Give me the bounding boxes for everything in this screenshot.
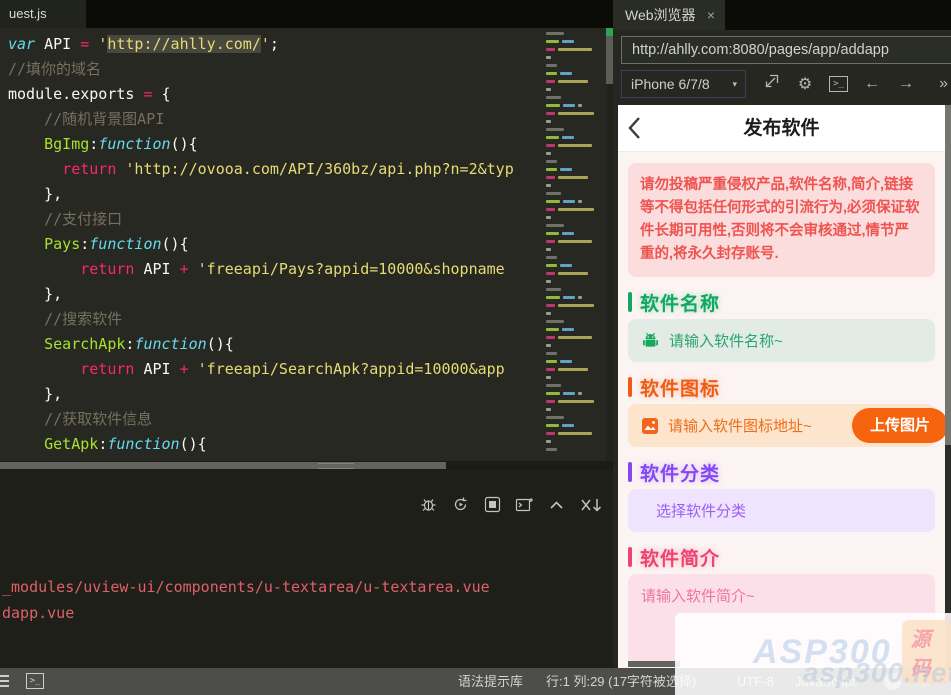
editor-horizontal-scroll-thumb[interactable]: [0, 462, 446, 469]
tab-label: Web浏览器: [625, 7, 696, 23]
mobile-preview: 发布软件 请勿投稿严重侵权产品,软件名称,简介,链接等不得包括任何形式的引流行为…: [618, 105, 945, 668]
panel-splitter-grip[interactable]: [318, 463, 354, 469]
console-icon[interactable]: >_: [829, 76, 848, 92]
resize-window-icon[interactable]: [761, 73, 781, 95]
syntax-hint-status[interactable]: 语法提示库: [458, 668, 523, 695]
debug-bug-icon[interactable]: [419, 495, 438, 514]
back-icon[interactable]: ←: [862, 75, 882, 93]
watermark-overlay: ASP300 源码 asp300.net: [675, 613, 951, 695]
debug-stop-icon[interactable]: [483, 495, 502, 514]
close-panel-icon[interactable]: [579, 495, 605, 514]
gear-icon[interactable]: ⚙: [795, 74, 815, 94]
more-icon[interactable]: »: [939, 70, 948, 98]
terminal-icon[interactable]: >_: [26, 673, 44, 689]
picker-placeholder: 选择软件分类: [656, 503, 747, 520]
category-picker[interactable]: 选择软件分类: [628, 489, 935, 532]
section-heading: 软件分类: [640, 463, 721, 485]
preview-body: 请勿投稿严重侵权产品,软件名称,简介,链接等不得包括任何形式的引流行为,必须保证…: [618, 163, 945, 668]
page-title: 发布软件: [743, 118, 820, 139]
heading-bar: [628, 547, 632, 567]
code-lines: var API = 'http://ahlly.com/';//填你的域名 mod…: [8, 35, 514, 453]
editor-pane: uest.js var API = 'http://ahlly.com/';//…: [0, 0, 613, 668]
debug-restart-icon[interactable]: [451, 495, 470, 514]
section-app-icon: 软件图标 请输入软件图标地址~ 上传图片: [628, 374, 945, 447]
preview-scroll-thumb[interactable]: [945, 105, 951, 445]
preview-horizontal-scroll-thumb[interactable]: [628, 661, 680, 667]
scrollbar-marker: [606, 28, 613, 36]
browser-toolbar: ⚙ >_ ← →: [761, 70, 916, 98]
preview-scrollbar[interactable]: [945, 105, 951, 668]
section-heading: 软件名称: [640, 293, 721, 315]
input-placeholder: 请输入软件名称~: [669, 333, 783, 350]
section-app-category: 软件分类 选择软件分类: [628, 459, 935, 532]
chevron-down-icon: ▾: [732, 79, 737, 89]
console-output-line[interactable]: dapp.vue: [2, 604, 74, 622]
browser-tabstrip: Web浏览器 ×: [613, 0, 951, 30]
app-window: uest.js var API = 'http://ahlly.com/';//…: [0, 0, 951, 695]
cursor-position-status[interactable]: 行:1 列:29 (17字符被选择): [546, 668, 696, 695]
section-heading: 软件简介: [640, 548, 721, 570]
app-icon-input[interactable]: 请输入软件图标地址~ 上传图片: [628, 404, 945, 447]
editor-horizontal-scrollbar[interactable]: [0, 461, 613, 470]
android-icon: [641, 331, 660, 350]
code-editor[interactable]: var API = 'http://ahlly.com/';//填你的域名 mod…: [0, 28, 613, 461]
editor-vertical-scrollbar[interactable]: [606, 28, 613, 461]
browser-pane: Web浏览器 × http://ahlly.com:8080/pages/app…: [613, 0, 951, 668]
tab-request-js[interactable]: uest.js: [0, 0, 86, 28]
debug-console-icon[interactable]: [515, 495, 534, 514]
tab-web-browser[interactable]: Web浏览器 ×: [613, 0, 725, 30]
upload-image-button[interactable]: 上传图片: [851, 408, 945, 443]
editor-vertical-scroll-thumb[interactable]: [606, 36, 613, 84]
forward-icon[interactable]: →: [896, 75, 916, 93]
menu-icon[interactable]: [0, 675, 9, 687]
heading-bar: [628, 462, 632, 482]
back-chevron-icon[interactable]: [628, 117, 641, 144]
preview-header: 发布软件: [618, 105, 945, 152]
device-select[interactable]: iPhone 6/7/8 ▾: [621, 70, 746, 98]
section-heading: 软件图标: [640, 378, 721, 400]
heading-bar: [628, 292, 632, 312]
input-placeholder: 请输入软件图标地址~: [668, 418, 812, 435]
tab-label: uest.js: [9, 6, 47, 21]
heading-bar: [628, 377, 632, 397]
console-panel: _modules/uview-ui/components/u-textarea/…: [0, 470, 613, 668]
console-output-line[interactable]: _modules/uview-ui/components/u-textarea/…: [2, 578, 490, 596]
minimap[interactable]: [546, 30, 604, 458]
textarea-placeholder: 请输入软件简介~: [641, 588, 755, 605]
image-icon: [641, 417, 659, 435]
close-icon[interactable]: ×: [707, 0, 715, 30]
watermark-domain: asp300.net: [803, 657, 951, 688]
section-app-name: 软件名称 请输入软件名称~: [628, 289, 935, 362]
warning-notice: 请勿投稿严重侵权产品,软件名称,简介,链接等不得包括任何形式的引流行为,必须保证…: [628, 163, 935, 277]
collapse-up-icon[interactable]: [547, 495, 566, 514]
editor-tabstrip: uest.js: [0, 0, 613, 28]
url-input[interactable]: http://ahlly.com:8080/pages/app/addapp: [621, 36, 951, 64]
app-name-input[interactable]: 请输入软件名称~: [628, 319, 935, 362]
debug-toolbar: [419, 495, 605, 514]
